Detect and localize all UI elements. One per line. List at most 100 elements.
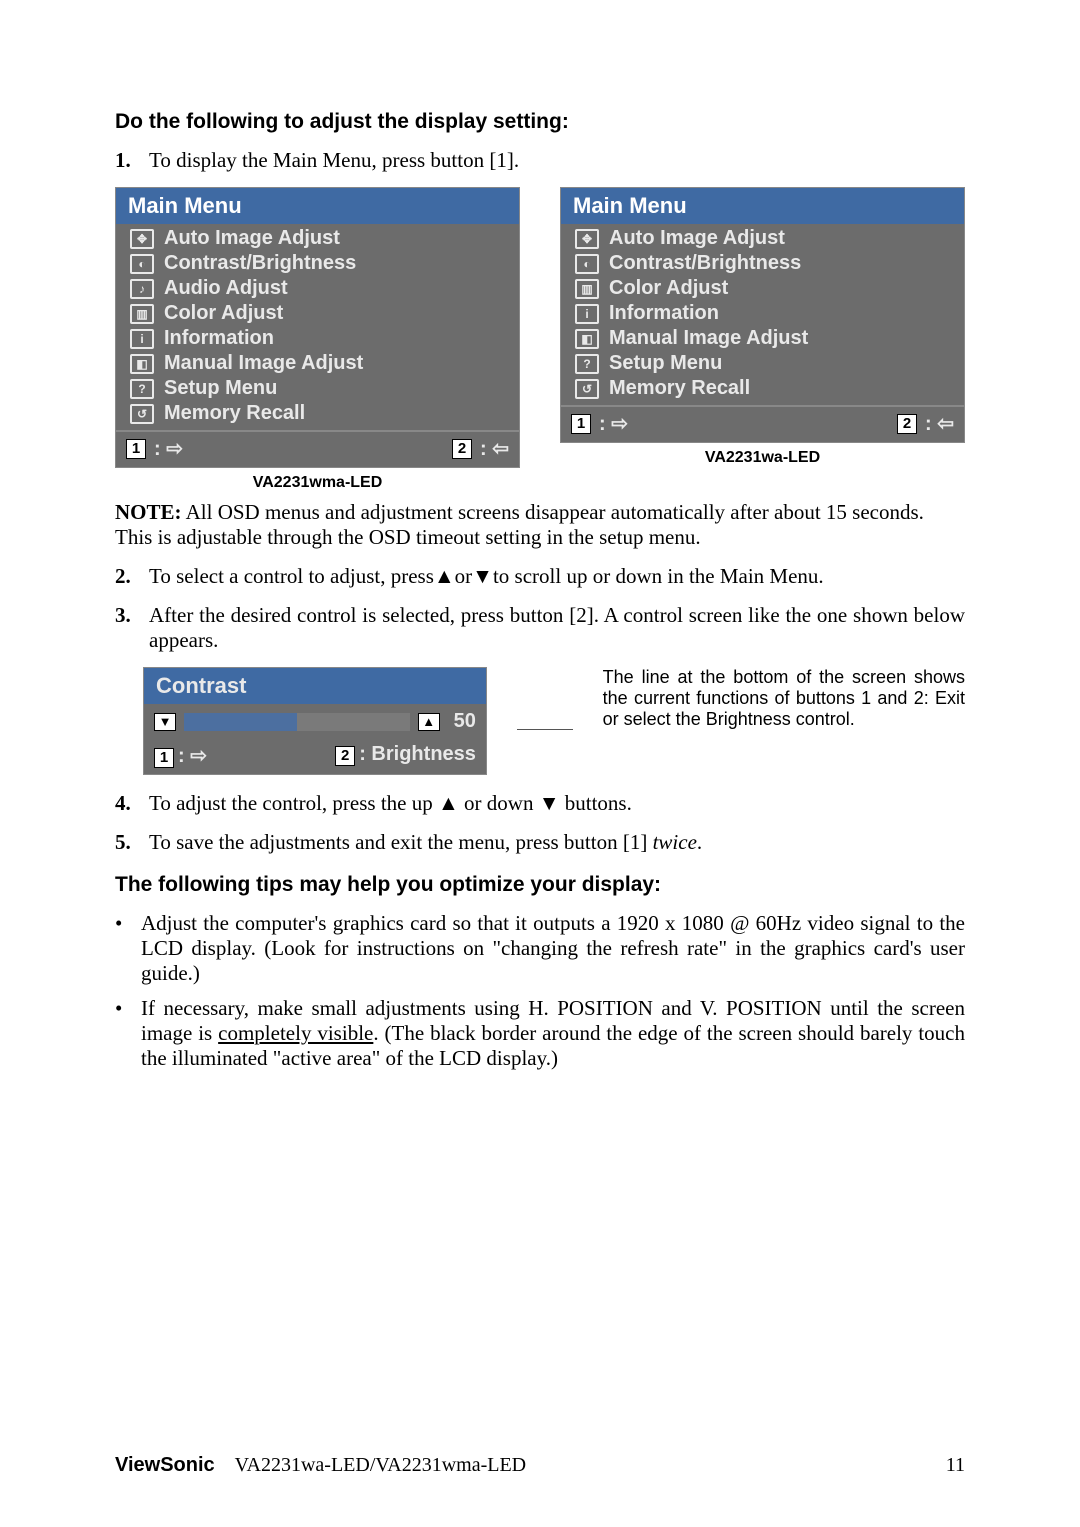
osd-item-label: Auto Image Adjust (164, 227, 340, 250)
steps-list-3: 4. To adjust the control, press the up ▲… (115, 791, 965, 855)
tips-list: • Adjust the computer's graphics card so… (115, 911, 965, 1071)
osd-item-label: Contrast/Brightness (609, 252, 801, 275)
step5-twice: twice (653, 830, 697, 854)
step-number: 2. (115, 564, 139, 589)
osd-item-label: Information (609, 302, 719, 325)
step5-a: To save the adjustments and exit the men… (149, 830, 653, 854)
osd-item: ? Setup Menu (122, 376, 513, 401)
note-text: All OSD menus and adjustment screens dis… (115, 500, 924, 549)
osd-item: ✥ Auto Image Adjust (122, 226, 513, 251)
steps-list-1: 1. To display the Main Menu, press butto… (115, 148, 965, 173)
osd-item: ◧Manual Image Adjust (122, 351, 513, 376)
manual-image-icon: ◧ (575, 329, 599, 349)
osd-item: ↺Memory Recall (567, 376, 958, 401)
osd-footer-1: 1 : ⇨ (571, 411, 628, 436)
contrast-footer-1: 1: ⇨ (154, 743, 207, 768)
tip-text: Adjust the computer's graphics card so t… (141, 911, 965, 986)
osd-item-label: Manual Image Adjust (164, 352, 363, 375)
key-2-icon: 2 (897, 414, 917, 434)
auto-image-icon: ✥ (575, 229, 599, 249)
osd-footer: 1 : ⇨ 2 : ⇦ (561, 405, 964, 442)
osd-item: ◧ Manual Image Adjust (567, 326, 958, 351)
osd-item-label: Manual Image Adjust (609, 327, 808, 350)
contrast-footer-2-text: : Brightness (359, 743, 476, 765)
osd-left-caption: VA2231wma-LED (115, 474, 520, 492)
setup-icon: ? (575, 354, 599, 374)
footer-brand: ViewSonic (115, 1454, 215, 1476)
key-1-icon: 1 (571, 414, 591, 434)
osd-item: ?Setup Menu (567, 351, 958, 376)
color-icon: ▥ (575, 279, 599, 299)
footer-page-number: 11 (946, 1454, 965, 1477)
osd-items: ✥Auto Image Adjust ◐Contrast/Brightness … (561, 224, 964, 405)
osd-footer-2: 2 : ⇦ (897, 411, 954, 436)
callout-line (517, 729, 573, 730)
audio-icon: ♪ (130, 279, 154, 299)
osd-right-col: Main Menu ✥Auto Image Adjust ◐Contrast/B… (560, 187, 965, 492)
recall-icon: ↺ (130, 404, 154, 424)
step-text: To select a control to adjust, press▲or▼… (149, 564, 824, 589)
step-number: 4. (115, 791, 139, 816)
osd-item-label: Color Adjust (164, 302, 283, 325)
triangle-up-icon: ▲ (418, 713, 440, 731)
footer-model: VA2231wa-LED/VA2231wma-LED (235, 1454, 526, 1476)
recall-icon: ↺ (575, 379, 599, 399)
setup-icon: ? (130, 379, 154, 399)
osd-item-label: Contrast/Brightness (164, 252, 356, 275)
osd-item: i Information (122, 326, 513, 351)
note-paragraph: NOTE: All OSD menus and adjustment scree… (115, 500, 965, 550)
triangle-up-icon: ▲ (434, 565, 455, 588)
step-number: 5. (115, 830, 139, 855)
osd-footer-glyph: : ⇨ (154, 436, 183, 461)
triangle-down-icon: ▼ (154, 713, 176, 731)
bullet-icon: • (115, 911, 129, 986)
osd-item: ◐Contrast/Brightness (567, 251, 958, 276)
contrast-slider-fill (184, 713, 297, 731)
tips-heading: The following tips may help you optimize… (115, 873, 965, 897)
steps-list-2: 2. To select a control to adjust, press▲… (115, 564, 965, 653)
osd-item: ✥Auto Image Adjust (567, 226, 958, 251)
contrast-body: ▼ ▲ 50 (144, 704, 486, 739)
contrast-footer-1-text: : ⇨ (178, 745, 207, 767)
tip-2: • If necessary, make small adjustments u… (115, 996, 965, 1071)
tip2-underline: completely visible (218, 1021, 373, 1045)
color-icon: ▥ (130, 304, 154, 324)
osd-right-caption: VA2231wa-LED (560, 449, 965, 467)
step-2: 2. To select a control to adjust, press▲… (115, 564, 965, 589)
contrast-footer: 1: ⇨ 2: Brightness (144, 739, 486, 774)
osd-footer-glyph: : ⇦ (925, 411, 954, 436)
osd-screenshots-row: Main Menu ✥Auto Image Adjust ◐Contrast/B… (115, 187, 965, 492)
step-text: After the desired control is selected, p… (149, 603, 965, 653)
osd-item: ▥ Color Adjust (122, 301, 513, 326)
key-2-icon: 2 (452, 439, 472, 459)
osd-item: ♪Audio Adjust (122, 276, 513, 301)
step4-a: To adjust the control, press the up (149, 791, 438, 815)
osd-items: ✥Auto Image Adjust ◐Contrast/Brightness … (116, 224, 519, 430)
triangle-down-icon: ▼ (539, 792, 560, 815)
contrast-screenshot-row: Contrast ▼ ▲ 50 1: ⇨ 2: Brightness The l… (143, 667, 965, 775)
step5-dot: . (697, 830, 702, 854)
auto-image-icon: ✥ (130, 229, 154, 249)
step-3: 3. After the desired control is selected… (115, 603, 965, 653)
step-1: 1. To display the Main Menu, press butto… (115, 148, 965, 173)
osd-footer-1: 1: ⇨ (126, 436, 183, 461)
key-2-icon: 2 (335, 746, 355, 766)
osd-left-col: Main Menu ✥Auto Image Adjust ◐Contrast/B… (115, 187, 520, 492)
osd-item-label: Information (164, 327, 274, 350)
step-5: 5. To save the adjustments and exit the … (115, 830, 965, 855)
info-icon: i (575, 304, 599, 324)
osd-item-label: Setup Menu (164, 377, 277, 400)
osd-footer-2: 2 : ⇦ (452, 436, 509, 461)
step-text: To adjust the control, press the up ▲ or… (149, 791, 632, 816)
osd-item: ◐ Contrast/Brightness (122, 251, 513, 276)
osd-footer-glyph: : ⇨ (599, 411, 628, 436)
tip-1: • Adjust the computer's graphics card so… (115, 911, 965, 986)
osd-item: i Information (567, 301, 958, 326)
osd-footer-glyph: : ⇦ (480, 436, 509, 461)
osd-footer: 1: ⇨ 2 : ⇦ (116, 430, 519, 467)
contrast-icon: ◐ (130, 254, 154, 274)
bullet-icon: • (115, 996, 129, 1071)
step-4: 4. To adjust the control, press the up ▲… (115, 791, 965, 816)
page-footer: ViewSonic VA2231wa-LED/VA2231wma-LED 11 (115, 1454, 965, 1477)
info-icon: i (130, 329, 154, 349)
